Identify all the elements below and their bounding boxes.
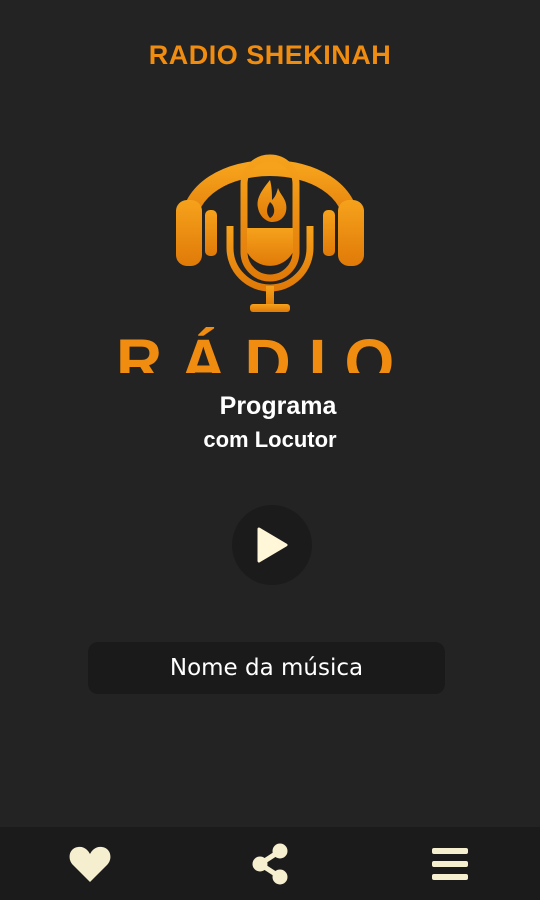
app-title: RADIO SHEKINAH: [148, 40, 392, 70]
heart-icon: [69, 846, 111, 882]
menu-button[interactable]: [420, 834, 480, 894]
program-name: Programa: [219, 392, 337, 420]
share-icon: [252, 843, 288, 884]
bottom-nav: [0, 827, 540, 900]
play-button[interactable]: [232, 505, 312, 585]
favorite-button[interactable]: [60, 834, 120, 894]
song-title-box: Nome da música: [88, 642, 445, 694]
logo-text: RÁDIO: [116, 326, 413, 373]
headphones-microphone-flame-logo: [176, 154, 364, 312]
menu-icon: [432, 847, 468, 880]
share-button[interactable]: [240, 834, 300, 894]
play-icon: [257, 527, 288, 563]
program-host: com Locutor: [203, 427, 337, 452]
song-title: Nome da música: [169, 655, 364, 681]
program-info: Programa com Locutor: [0, 392, 540, 453]
station-logo: RÁDIO: [110, 118, 430, 373]
